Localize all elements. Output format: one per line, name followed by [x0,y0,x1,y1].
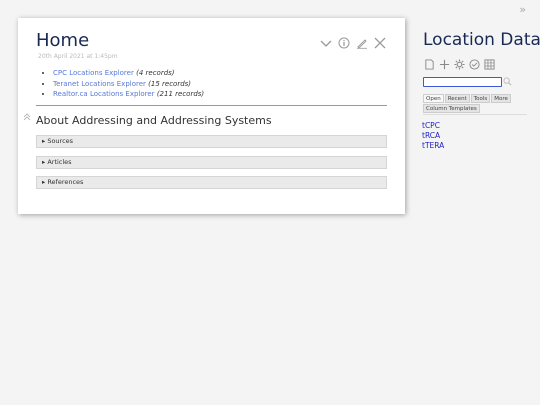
teranet-explorer-link[interactable]: Teranet Locations Explorer [53,80,146,88]
sidebar-toggle-icon[interactable]: » [519,3,526,16]
plus-icon[interactable] [438,58,450,70]
record-count: (15 records) [148,79,192,88]
grid-icon[interactable] [483,58,495,70]
sidebar-item-ttera[interactable]: tTERA [422,141,444,151]
tab-tools[interactable]: Tools [470,94,491,103]
sidebar-tabs: Open Recent Tools More [423,94,511,103]
list-item: CPC Locations Explorer (4 records) [53,68,204,79]
tiddler-title: Home [36,30,90,51]
sidebar-toolbar [423,58,495,70]
check-circle-icon[interactable] [468,58,480,70]
list-item: Teranet Locations Explorer (15 records) [53,79,204,90]
edit-icon[interactable] [355,36,369,50]
tab-more[interactable]: More [491,94,511,103]
details-sources[interactable]: ▸ Sources [36,135,387,148]
details-references[interactable]: ▸ References [36,176,387,189]
section-heading: About Addressing and Addressing Systems [36,114,272,127]
sidebar-tabs-row2: Column Templates [423,104,480,113]
record-count: (211 records) [156,90,205,98]
details-articles[interactable]: ▸ Articles [36,156,387,169]
search-icon[interactable] [503,77,512,86]
cpc-explorer-link[interactable]: CPC Locations Explorer [53,69,134,77]
tab-recent[interactable]: Recent [444,94,470,103]
sidebar-item-trca[interactable]: tRCA [422,131,444,141]
record-count: (4 records) [136,69,175,77]
tab-open[interactable]: Open [423,94,444,103]
new-tiddler-icon[interactable] [423,58,435,70]
tab-column-templates[interactable]: Column Templates [423,104,480,113]
chevron-up-icon[interactable] [23,113,31,121]
divider [36,105,387,106]
tiddler-home: Home 20th April 2021 at 1:45pm CPC Locat… [18,18,405,214]
site-title: Location Data [423,30,540,50]
chevron-down-icon[interactable] [319,36,333,50]
info-icon[interactable] [337,36,351,50]
tiddler-controls [319,36,387,50]
search-input[interactable] [423,77,502,87]
sidebar-item-tcpc[interactable]: tCPC [422,121,444,131]
realtor-explorer-link[interactable]: Realtor.ca Locations Explorer [53,90,155,98]
gear-icon[interactable] [453,58,465,70]
close-icon[interactable] [373,36,387,50]
list-item: Realtor.ca Locations Explorer (211 recor… [53,89,204,100]
tiddler-subtitle: 20th April 2021 at 1:45pm [38,53,118,60]
tab-divider [423,114,527,115]
records-list: CPC Locations Explorer (4 records) Teran… [53,68,204,100]
sidebar-list: tCPC tRCA tTERA [422,121,444,151]
